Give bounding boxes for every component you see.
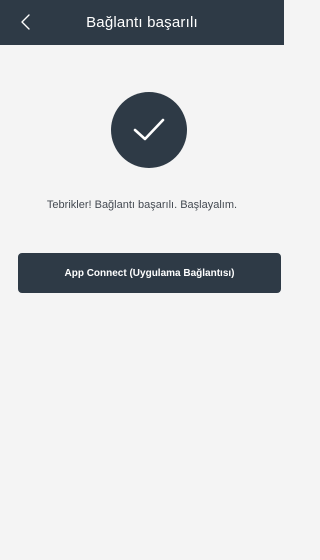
page-title: Bağlantı başarılı xyxy=(86,14,198,31)
success-message: Tebrikler! Bağlantı başarılı. Başlayalım… xyxy=(46,199,238,211)
header-bar: Bağlantı başarılı xyxy=(0,0,284,45)
checkmark-icon xyxy=(133,118,165,141)
success-indicator xyxy=(111,92,187,168)
connection-success-screen: Bağlantı başarılı Tebrikler! Bağlantı ba… xyxy=(0,0,284,560)
app-connect-button[interactable]: App Connect (Uygulama Bağlantısı) xyxy=(18,253,281,293)
